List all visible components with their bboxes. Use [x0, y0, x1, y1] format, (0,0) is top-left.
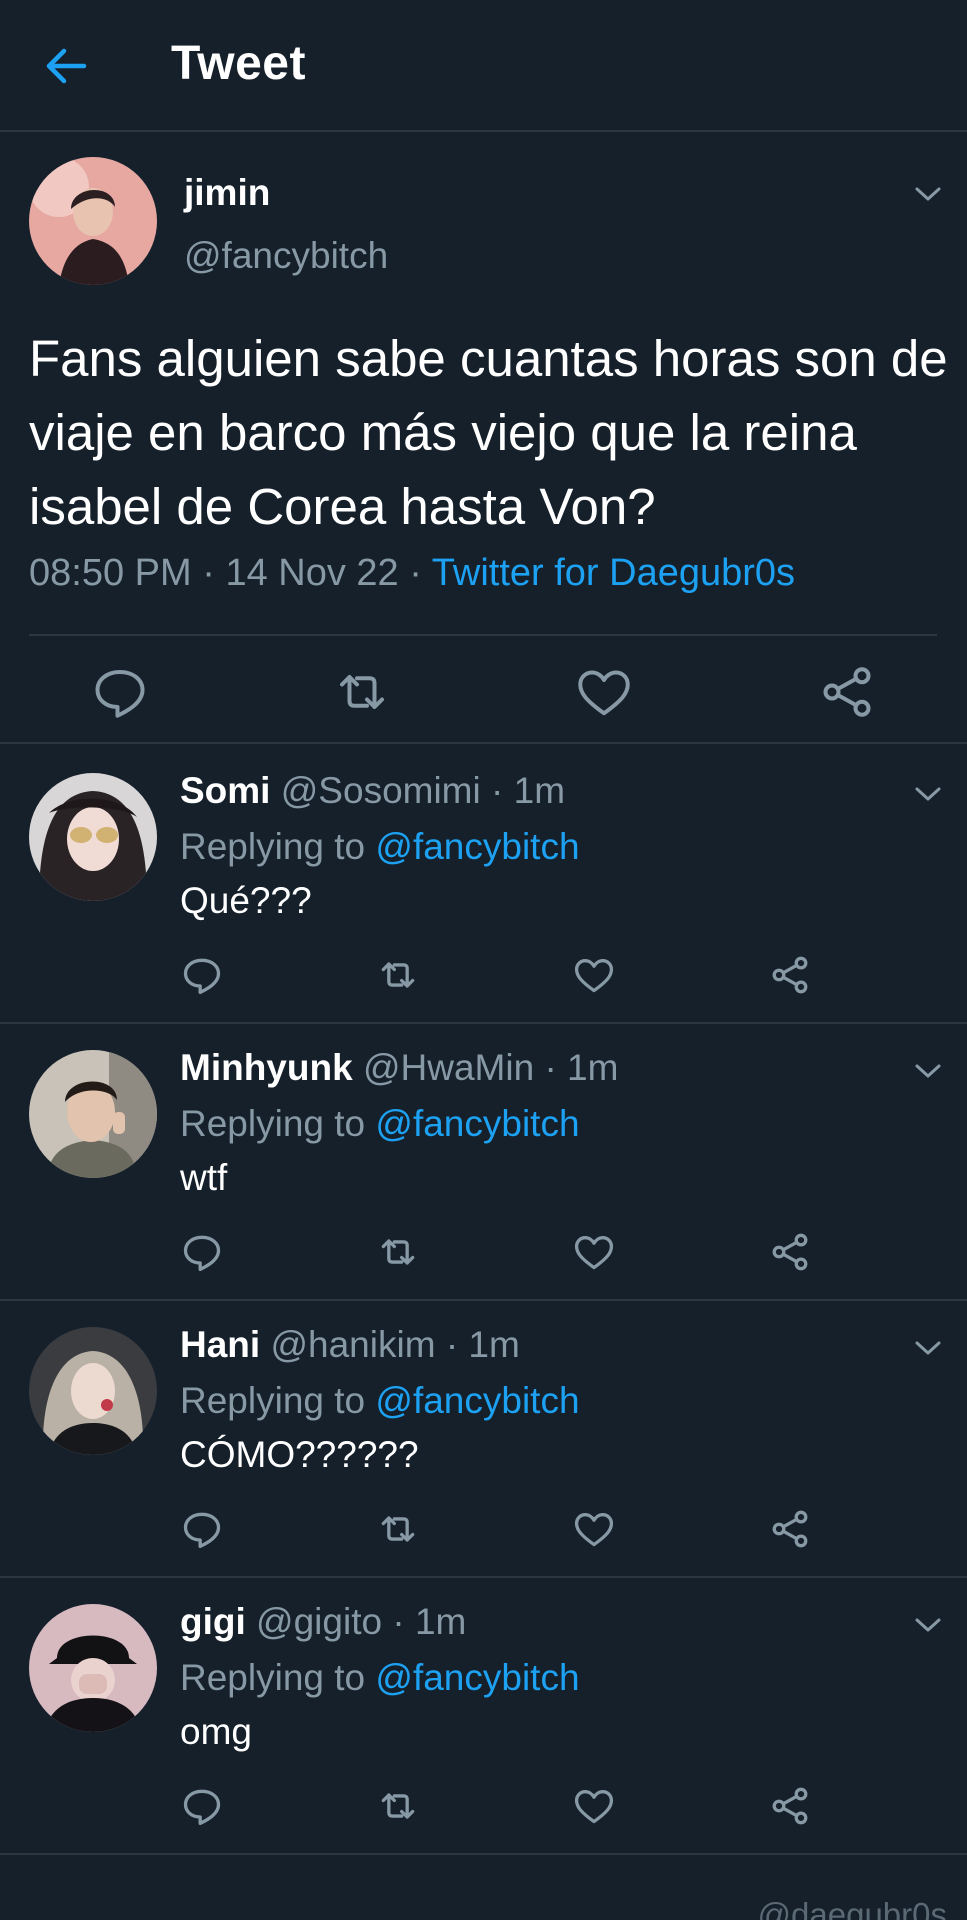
reply-author-name[interactable]: Minhyunk — [180, 1047, 353, 1088]
reply-text: CÓMO?????? — [180, 1434, 419, 1475]
tweet-source-link[interactable]: Twitter for Daegubr0s — [432, 552, 795, 594]
mention-link[interactable]: @fancybitch — [375, 1103, 579, 1144]
mention-link[interactable]: @fancybitch — [375, 1380, 579, 1421]
chevron-down-icon[interactable] — [913, 1338, 943, 1358]
reply-icon[interactable] — [180, 1784, 224, 1828]
share-icon[interactable] — [768, 1507, 812, 1551]
reply-icon[interactable] — [90, 662, 150, 722]
reply-header: Hani @hanikim · 1m — [180, 1324, 520, 1365]
reply-time: 1m — [414, 1601, 467, 1642]
tweet-text: Fans alguien sabe cuantas horas son de v… — [29, 330, 948, 535]
reply-header: Minhyunk @HwaMin · 1m — [180, 1047, 619, 1088]
avatar[interactable] — [29, 1327, 157, 1455]
reply-time: 1m — [567, 1047, 619, 1088]
reply-author-name[interactable]: gigi — [180, 1601, 246, 1642]
retweet-icon[interactable] — [332, 662, 392, 722]
share-icon[interactable] — [768, 1784, 812, 1828]
chevron-down-icon[interactable] — [913, 184, 943, 204]
replying-to: Replying to @fancybitch — [180, 1103, 580, 1144]
share-icon[interactable] — [768, 953, 812, 997]
reply-tweet[interactable]: Minhyunk @HwaMin · 1m Replying to @fancy… — [0, 1023, 967, 1301]
author-name[interactable]: jimin — [184, 172, 270, 214]
back-arrow-icon[interactable] — [40, 40, 92, 92]
chevron-down-icon[interactable] — [913, 1615, 943, 1635]
retweet-icon[interactable] — [376, 1230, 420, 1274]
reply-text: omg — [180, 1711, 252, 1752]
avatar[interactable] — [29, 773, 157, 901]
chevron-down-icon[interactable] — [913, 1061, 943, 1081]
reply-time: 1m — [513, 770, 566, 811]
like-icon[interactable] — [572, 953, 616, 997]
reply-header: Somi @Sosomimi · 1m — [180, 770, 566, 811]
avatar[interactable] — [29, 1604, 157, 1732]
reply-text: Qué??? — [180, 880, 312, 921]
reply-author-name[interactable]: Somi — [180, 770, 270, 811]
main-tweet: jimin @fancybitch Fans alguien sabe cuan… — [0, 132, 967, 744]
reply-author-handle[interactable]: @HwaMin — [363, 1047, 534, 1088]
reply-tweet[interactable]: Hani @hanikim · 1m Replying to @fancybit… — [0, 1300, 967, 1578]
reply-author-handle[interactable]: @gigito — [256, 1601, 382, 1642]
reply-author-name[interactable]: Hani — [180, 1324, 260, 1365]
replying-to: Replying to @fancybitch — [180, 1380, 580, 1421]
avatar[interactable] — [29, 1050, 157, 1178]
reply-time: 1m — [468, 1324, 520, 1365]
avatar[interactable] — [29, 157, 157, 285]
like-icon[interactable] — [574, 662, 634, 722]
like-icon[interactable] — [572, 1507, 616, 1551]
reply-author-handle[interactable]: @hanikim — [270, 1324, 435, 1365]
reply-icon[interactable] — [180, 1507, 224, 1551]
replying-to: Replying to @fancybitch — [180, 826, 580, 867]
chevron-down-icon[interactable] — [913, 784, 943, 804]
like-icon[interactable] — [572, 1230, 616, 1274]
mention-link[interactable]: @fancybitch — [375, 1657, 579, 1698]
mention-link[interactable]: @fancybitch — [375, 826, 579, 867]
page-title: Tweet — [171, 37, 306, 90]
reply-text: wtf — [180, 1157, 228, 1198]
reply-header: gigi @gigito · 1m — [180, 1601, 467, 1642]
tweet-meta: 08:50 PM · 14 Nov 22 · Twitter for Daegu… — [29, 552, 796, 594]
reply-author-handle[interactable]: @Sosomimi — [281, 770, 481, 811]
like-icon[interactable] — [572, 1784, 616, 1828]
tweet-date: 14 Nov 22 — [225, 552, 399, 594]
retweet-icon[interactable] — [376, 1784, 420, 1828]
reply-tweet[interactable]: gigi @gigito · 1m Replying to @fancybitc… — [0, 1577, 967, 1855]
author-handle[interactable]: @fancybitch — [184, 235, 388, 277]
share-icon[interactable] — [768, 1230, 812, 1274]
reply-tweet[interactable]: Somi @Sosomimi · 1m Replying to @fancybi… — [0, 746, 967, 1024]
share-icon[interactable] — [817, 662, 877, 722]
reply-icon[interactable] — [180, 953, 224, 997]
watermark: @daegubr0s — [757, 1896, 947, 1920]
replying-to: Replying to @fancybitch — [180, 1657, 580, 1698]
tweet-time: 08:50 PM — [29, 552, 192, 594]
reply-icon[interactable] — [180, 1230, 224, 1274]
top-app-bar: Tweet — [0, 0, 967, 132]
retweet-icon[interactable] — [376, 953, 420, 997]
retweet-icon[interactable] — [376, 1507, 420, 1551]
divider — [29, 634, 937, 636]
